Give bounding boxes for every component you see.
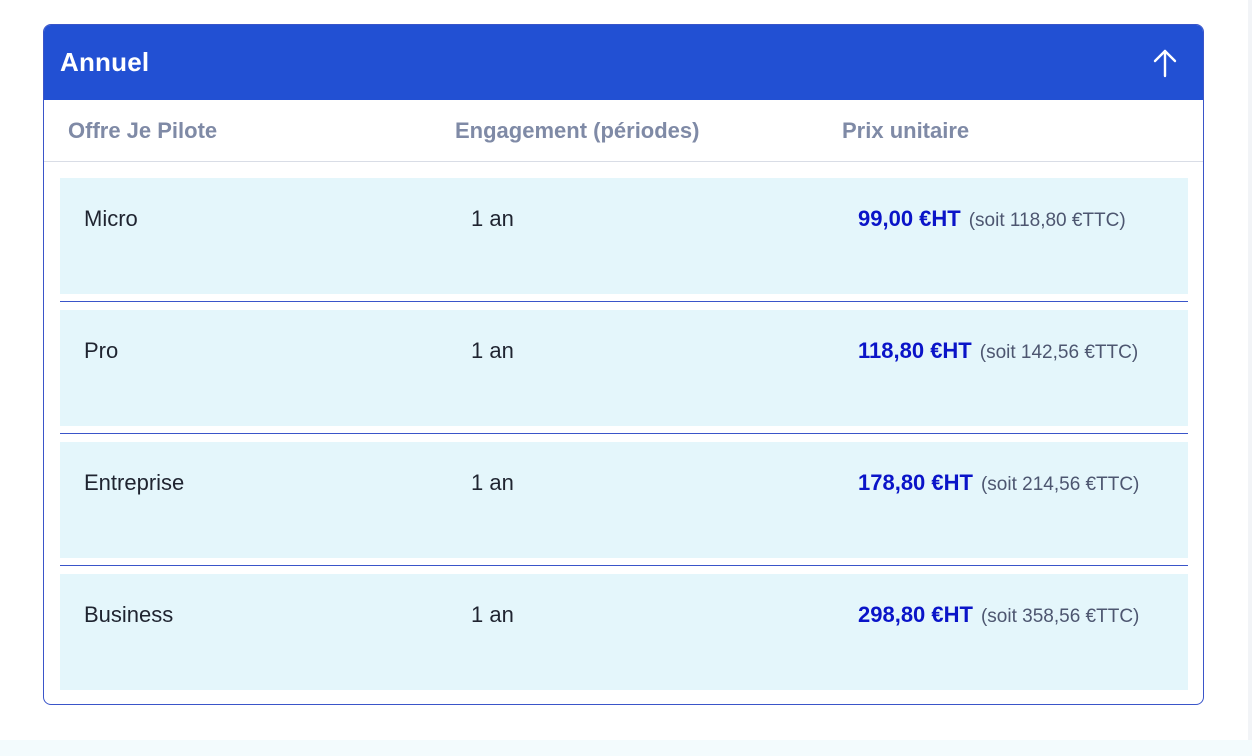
price-ht: 118,80 €HT xyxy=(858,338,972,363)
offer-name: Business xyxy=(84,602,174,627)
column-header-engagement: Engagement (périodes) xyxy=(455,117,700,143)
engagement-value: 1 an xyxy=(471,602,514,627)
price-ttc: (soit 358,56 €TTC) xyxy=(980,606,1140,627)
offer-name: Micro xyxy=(84,206,138,231)
price-ttc: (soit 142,56 €TTC) xyxy=(979,342,1139,363)
panel-header[interactable]: Annuel xyxy=(44,25,1203,100)
price-cell: 178,80 €HT (soit 214,56 €TTC) xyxy=(858,470,1188,496)
arrow-up-icon[interactable] xyxy=(1143,41,1187,85)
price-cell: 298,80 €HT (soit 358,56 €TTC) xyxy=(858,602,1188,628)
price-ht: 298,80 €HT xyxy=(858,602,973,627)
price-cell: 99,00 €HT (soit 118,80 €TTC) xyxy=(858,206,1188,232)
price-ttc: (soit 118,80 €TTC) xyxy=(968,210,1126,231)
column-header-offer: Offre Je Pilote xyxy=(68,117,218,143)
table-row: Micro 1 an 99,00 €HT (soit 118,80 €TTC) xyxy=(60,178,1188,294)
table-row: Pro 1 an 118,80 €HT (soit 142,56 €TTC) xyxy=(60,310,1188,426)
offer-name: Entreprise xyxy=(84,470,185,495)
panel-title: Annuel xyxy=(60,47,150,77)
table-header: Offre Je Pilote Engagement (périodes) Pr… xyxy=(44,100,1203,162)
page-edge xyxy=(1248,0,1252,740)
table-row: Entreprise 1 an 178,80 €HT (soit 214,56 €… xyxy=(60,442,1188,558)
engagement-value: 1 an xyxy=(471,338,514,363)
row-divider xyxy=(60,301,1188,302)
engagement-value: 1 an xyxy=(471,206,514,231)
price-ttc: (soit 214,56 €TTC) xyxy=(980,474,1140,495)
price-ht: 99,00 €HT xyxy=(858,206,961,231)
price-cell: 118,80 €HT (soit 142,56 €TTC) xyxy=(858,338,1188,364)
page-footer-band xyxy=(0,740,1252,756)
price-ht: 178,80 €HT xyxy=(858,470,973,495)
pricing-panel: Annuel Offre Je Pilote Engagement (pério… xyxy=(43,24,1204,705)
offer-name: Pro xyxy=(84,338,119,363)
row-divider xyxy=(60,433,1188,434)
table-row: Business 1 an 298,80 €HT (soit 358,56 €TT… xyxy=(60,574,1188,690)
engagement-value: 1 an xyxy=(471,470,514,495)
table-body: Micro 1 an 99,00 €HT (soit 118,80 €TTC) P… xyxy=(44,162,1203,690)
row-divider xyxy=(60,565,1188,566)
column-header-price: Prix unitaire xyxy=(842,117,970,143)
